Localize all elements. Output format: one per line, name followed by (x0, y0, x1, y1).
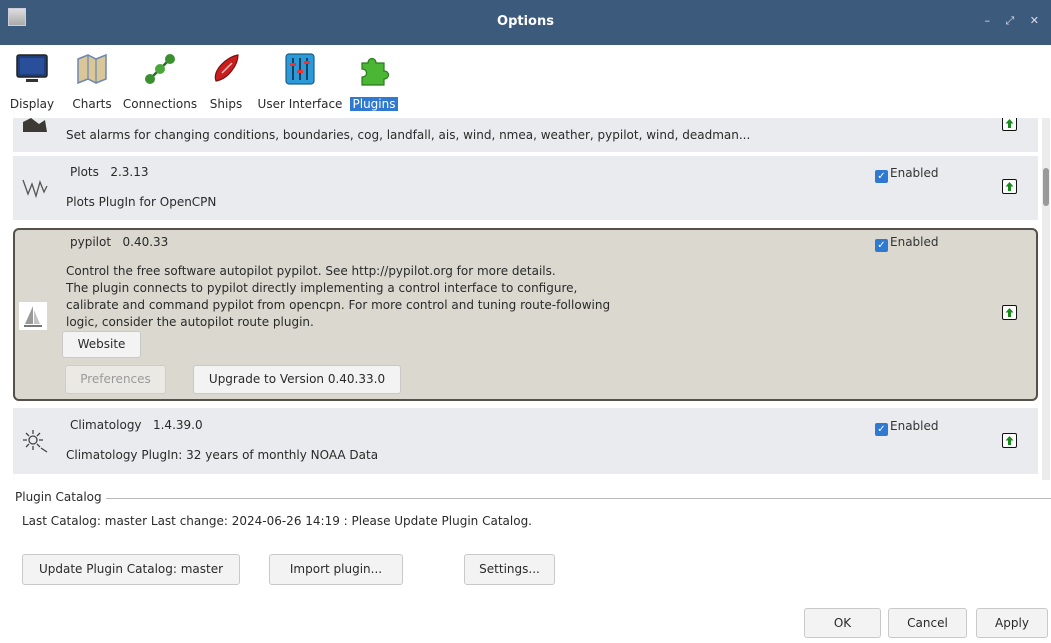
ships-icon (214, 54, 239, 82)
plugin-description: Control the free software autopilot pypi… (66, 264, 611, 329)
plots-icon (22, 179, 48, 199)
tab-plugins[interactable]: Plugins (350, 51, 398, 113)
plugin-row-plots[interactable]: Plots 2.3.13 Plots PlugIn for OpenCPN ✓ E… (13, 156, 1038, 220)
enabled-checkbox[interactable]: ✓ Enabled (875, 419, 939, 436)
tab-label: User Interface (257, 97, 343, 111)
plugin-catalog-group: Plugin Catalog Last Catalog: master Last… (13, 490, 1051, 602)
title-bar: Options – ⤢ ✕ (0, 0, 1051, 45)
scrollbar-thumb[interactable] (1043, 168, 1049, 206)
tab-label: Connections (122, 97, 198, 111)
upgrade-button[interactable]: Upgrade to Version 0.40.33.0 (193, 365, 401, 394)
update-plugin-icon[interactable] (1002, 118, 1017, 131)
connections-icon (145, 54, 175, 84)
options-tabbar: Display Charts Connections Ships User In… (0, 45, 1051, 117)
plugin-list-scrollbar[interactable] (1042, 118, 1050, 480)
last-catalog-status: Last Catalog: master Last change: 2024-0… (22, 514, 532, 528)
plugin-list[interactable]: Set alarms for changing conditions, boun… (13, 118, 1038, 480)
plugin-name-version: Climatology 1.4.39.0 (70, 418, 203, 432)
plugin-description: Plots PlugIn for OpenCPN (66, 195, 217, 209)
plugin-description: Climatology PlugIn: 32 years of monthly … (66, 448, 379, 462)
checkbox-checked-icon: ✓ (875, 170, 888, 183)
ok-button[interactable]: OK (804, 608, 881, 638)
window-controls[interactable]: – ⤢ ✕ (984, 14, 1045, 28)
plugin-row-pypilot[interactable]: pypilot 0.40.33 Control the free softwar… (13, 228, 1038, 401)
tab-display[interactable]: Display (8, 51, 56, 113)
catalog-settings-button[interactable]: Settings... (464, 554, 555, 585)
tab-ships[interactable]: Ships (208, 51, 244, 113)
plugin-row-watchdog[interactable]: Set alarms for changing conditions, boun… (13, 118, 1038, 152)
checkbox-checked-icon: ✓ (875, 423, 888, 436)
plugin-description: Set alarms for changing conditions, boun… (66, 128, 751, 142)
apply-button[interactable]: Apply (976, 608, 1048, 638)
charts-icon (77, 53, 107, 85)
sailboat-icon (19, 302, 47, 330)
plugin-catalog-legend: Plugin Catalog (15, 490, 106, 504)
plugin-name-version: pypilot 0.40.33 (70, 235, 169, 249)
display-icon (16, 54, 48, 82)
climatology-icon (23, 430, 48, 453)
tab-charts[interactable]: Charts (68, 51, 116, 113)
tab-connections[interactable]: Connections (122, 51, 198, 113)
import-plugin-button[interactable]: Import plugin... (269, 554, 403, 585)
checkbox-checked-icon: ✓ (875, 239, 888, 252)
enabled-checkbox[interactable]: ✓ Enabled (875, 166, 939, 183)
preferences-button[interactable]: Preferences (65, 365, 166, 394)
group-border (93, 498, 1051, 499)
update-plugin-icon[interactable] (1002, 179, 1017, 194)
plugins-icon (361, 57, 390, 86)
website-button[interactable]: Website (62, 331, 141, 358)
plugin-row-climatology[interactable]: Climatology 1.4.39.0 Climatology PlugIn:… (13, 408, 1038, 474)
tab-user-interface[interactable]: User Interface (256, 51, 344, 113)
update-plugin-icon[interactable] (1002, 305, 1017, 320)
tab-label: Ships (209, 97, 243, 111)
window-title: Options (497, 14, 554, 29)
enabled-checkbox[interactable]: ✓ Enabled (875, 235, 939, 252)
watchdog-icon (23, 118, 47, 132)
user-interface-icon (285, 53, 315, 85)
cancel-button[interactable]: Cancel (888, 608, 967, 638)
plugin-name-version: Plots 2.3.13 (70, 165, 149, 179)
update-catalog-button[interactable]: Update Plugin Catalog: master (22, 554, 240, 585)
tab-label: Display (9, 97, 55, 111)
tab-label: Charts (72, 97, 112, 111)
update-plugin-icon[interactable] (1002, 433, 1017, 448)
tab-label: Plugins (350, 97, 398, 111)
